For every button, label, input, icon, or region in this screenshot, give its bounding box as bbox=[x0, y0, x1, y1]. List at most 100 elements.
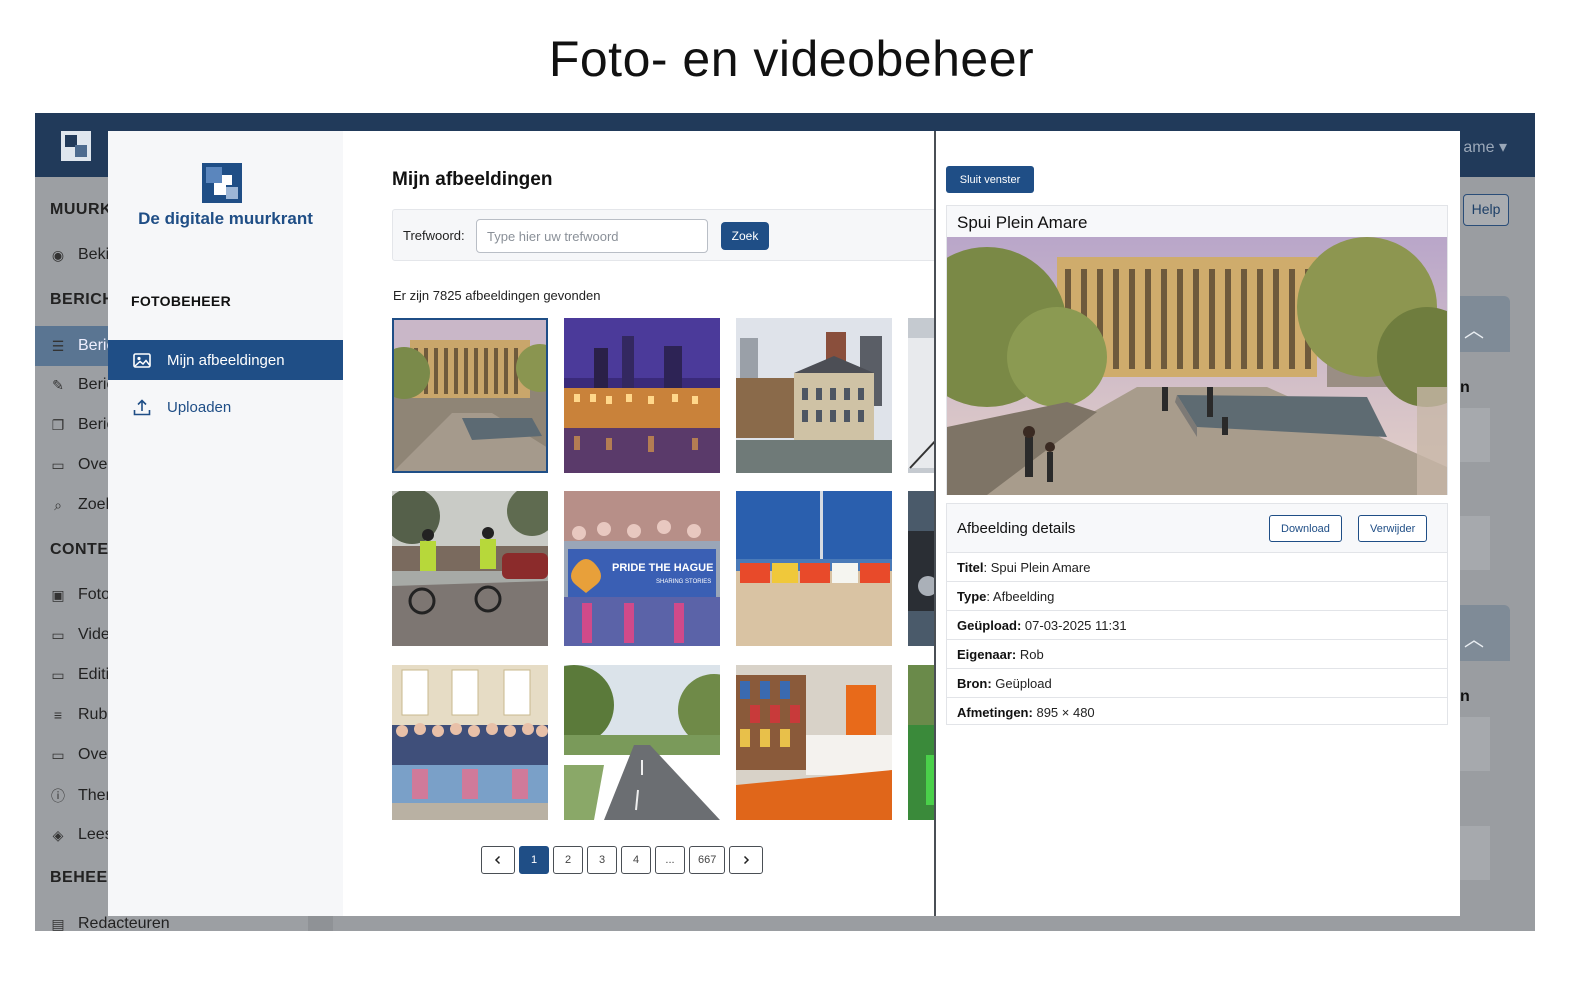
next-page-button[interactable] bbox=[729, 846, 764, 874]
close-window-button[interactable]: Sluit venster bbox=[946, 166, 1034, 193]
sidebar-item[interactable]: ▭ Vide bbox=[50, 626, 110, 644]
download-button[interactable]: Download bbox=[1269, 515, 1342, 542]
page-ellipsis: ... bbox=[655, 846, 685, 874]
section-title: Mijn afbeeldingen bbox=[392, 169, 553, 190]
image-thumbnail[interactable] bbox=[392, 665, 548, 820]
sidebar-section-title: MUURK bbox=[50, 201, 113, 218]
image-preview bbox=[947, 237, 1447, 495]
detail-row-type: Type: Afbeelding bbox=[947, 582, 1447, 611]
search-icon: ⌕ bbox=[54, 496, 62, 513]
detail-row-source: Bron: Geüpload bbox=[947, 669, 1447, 698]
image-thumbnail[interactable] bbox=[564, 318, 720, 473]
info-icon: ⓘ bbox=[51, 788, 65, 804]
sidebar-item-mijn-afbeeldingen[interactable]: Mijn afbeeldingen bbox=[108, 340, 343, 380]
chevron-up-icon: ︿ bbox=[1464, 629, 1484, 651]
page-button[interactable]: 667 bbox=[689, 846, 726, 874]
chevron-left-icon bbox=[494, 855, 501, 865]
search-button[interactable]: Zoek bbox=[721, 222, 769, 250]
image-details-card: Afbeelding details Download Verwijder Ti… bbox=[946, 503, 1448, 725]
sidebar-item-label: Ther bbox=[78, 787, 111, 804]
page-button[interactable]: 1 bbox=[519, 846, 549, 874]
image-thumbnail[interactable]: PRIDE THE HAGUE SHARING STORIES bbox=[564, 491, 720, 646]
sidebar-item-label: Vide bbox=[78, 626, 110, 643]
layers-icon: ◈ bbox=[52, 826, 64, 843]
brand-logo bbox=[202, 163, 242, 203]
pagination: 1 2 3 4 ... 667 bbox=[481, 846, 764, 874]
archive-icon: ▭ bbox=[51, 746, 65, 763]
image-browser: Mijn afbeeldingen Trefwoord: Zoek Er zij… bbox=[343, 131, 934, 916]
sidebar-item-label: Redacteuren bbox=[78, 915, 170, 931]
sidebar-item[interactable]: ⌕ Zoel bbox=[50, 496, 109, 514]
image-thumbnail[interactable] bbox=[736, 318, 892, 473]
image-title: Spui Plein Amare bbox=[957, 213, 1088, 232]
sidebar-item-label: Ove bbox=[78, 456, 108, 473]
help-button[interactable]: Help bbox=[1463, 194, 1509, 226]
sidebar-item[interactable]: ▭ Ove bbox=[50, 746, 107, 764]
sidebar-item[interactable]: ≡ Rubr bbox=[50, 706, 113, 724]
sidebar-item[interactable]: ◈ Lees bbox=[50, 826, 113, 844]
video-icon: ▭ bbox=[51, 626, 65, 643]
sidebar-item[interactable]: ▤ Redacteuren bbox=[50, 915, 170, 932]
search-bar: Trefwoord: Zoek bbox=[392, 209, 934, 261]
sidebar-item-label: Zoel bbox=[78, 496, 110, 513]
chevron-right-icon bbox=[744, 855, 750, 865]
search-input[interactable] bbox=[476, 219, 708, 253]
delete-button[interactable]: Verwijder bbox=[1358, 515, 1428, 542]
sidebar-item[interactable]: ❐ Beric bbox=[50, 416, 115, 434]
sidebar-item-label: Foto bbox=[78, 586, 111, 603]
sidebar-item-label: Editi bbox=[78, 666, 110, 683]
sidebar-item-label: Mijn afbeeldingen bbox=[167, 351, 285, 369]
app-logo bbox=[61, 131, 91, 161]
result-count: Er zijn 7825 afbeeldingen gevonden bbox=[393, 288, 601, 303]
prev-page-button[interactable] bbox=[481, 846, 515, 874]
image-detail-panel: Sluit venster Spui Plein Amare Afbeeldin… bbox=[934, 131, 1460, 916]
upload-icon bbox=[133, 398, 151, 415]
detail-row-uploaded: Geüpload: 07-03-2025 11:31 bbox=[947, 611, 1447, 640]
archive-icon: ▭ bbox=[51, 456, 65, 473]
image-thumbnail[interactable] bbox=[908, 491, 934, 646]
image-thumbnail[interactable] bbox=[392, 491, 548, 646]
image-preview-card: Spui Plein Amare bbox=[946, 205, 1448, 495]
image-thumbnail[interactable] bbox=[908, 318, 934, 473]
sidebar-item-label: Beki bbox=[78, 246, 110, 263]
sidebar-item[interactable]: ✎ Beric bbox=[50, 376, 114, 394]
detail-row-dimensions: Afmetingen: 895 × 480 bbox=[957, 705, 1095, 720]
pride-banner-subtext: SHARING STORIES bbox=[656, 579, 711, 585]
page-button[interactable]: 2 bbox=[553, 846, 583, 874]
sidebar-item-label: Uploaden bbox=[167, 398, 232, 416]
user-menu[interactable]: ame ▾ bbox=[1463, 137, 1507, 157]
card-label: n bbox=[1460, 379, 1470, 396]
chevron-up-icon: ︿ bbox=[1464, 320, 1484, 342]
image-thumbnail[interactable] bbox=[736, 491, 892, 646]
details-header: Afbeelding details Download Verwijder bbox=[947, 504, 1447, 553]
media-modal: De digitale muurkrant FOTOBEHEER Mijn af… bbox=[108, 131, 1460, 916]
image-icon: ▣ bbox=[51, 586, 65, 603]
pride-banner-text: PRIDE THE HAGUE bbox=[612, 562, 713, 574]
sidebar-item[interactable]: ◉ Beki bbox=[50, 246, 109, 264]
caret-down-icon: ▾ bbox=[1498, 139, 1507, 156]
page-heading: Foto- en videobeheer bbox=[548, 31, 1035, 87]
eye-icon: ◉ bbox=[51, 246, 65, 263]
sidebar-item-label: Ove bbox=[78, 746, 108, 763]
copy-icon: ❐ bbox=[51, 416, 65, 433]
image-thumbnail[interactable] bbox=[392, 318, 548, 473]
page-button[interactable]: 3 bbox=[587, 846, 617, 874]
sidebar-item[interactable]: ▭ Editi bbox=[50, 666, 109, 684]
detail-row-owner: Eigenaar: Rob bbox=[947, 640, 1447, 669]
sidebar-section-title: FOTOBEHEER bbox=[131, 293, 231, 309]
sidebar-item-uploaden[interactable]: Uploaden bbox=[108, 387, 343, 427]
brand-name: De digitale muurkrant bbox=[138, 209, 313, 228]
image-thumbnail[interactable] bbox=[908, 665, 934, 820]
image-thumbnail[interactable] bbox=[564, 665, 720, 820]
sidebar-item[interactable]: ▣ Foto bbox=[50, 586, 110, 604]
pencil-icon: ✎ bbox=[52, 376, 64, 393]
page-button[interactable]: 4 bbox=[621, 846, 651, 874]
sidebar-item[interactable]: ▭ Ove bbox=[50, 456, 107, 474]
image-thumbnail[interactable] bbox=[736, 665, 892, 820]
id-card-icon: ▤ bbox=[51, 915, 65, 932]
menu-icon: ≡ bbox=[53, 707, 63, 723]
details-title: Afbeelding details bbox=[957, 520, 1076, 537]
card-label: n bbox=[1460, 688, 1470, 705]
list-icon: ☰ bbox=[51, 337, 65, 354]
sidebar-item[interactable]: ⓘ Ther bbox=[50, 786, 111, 806]
